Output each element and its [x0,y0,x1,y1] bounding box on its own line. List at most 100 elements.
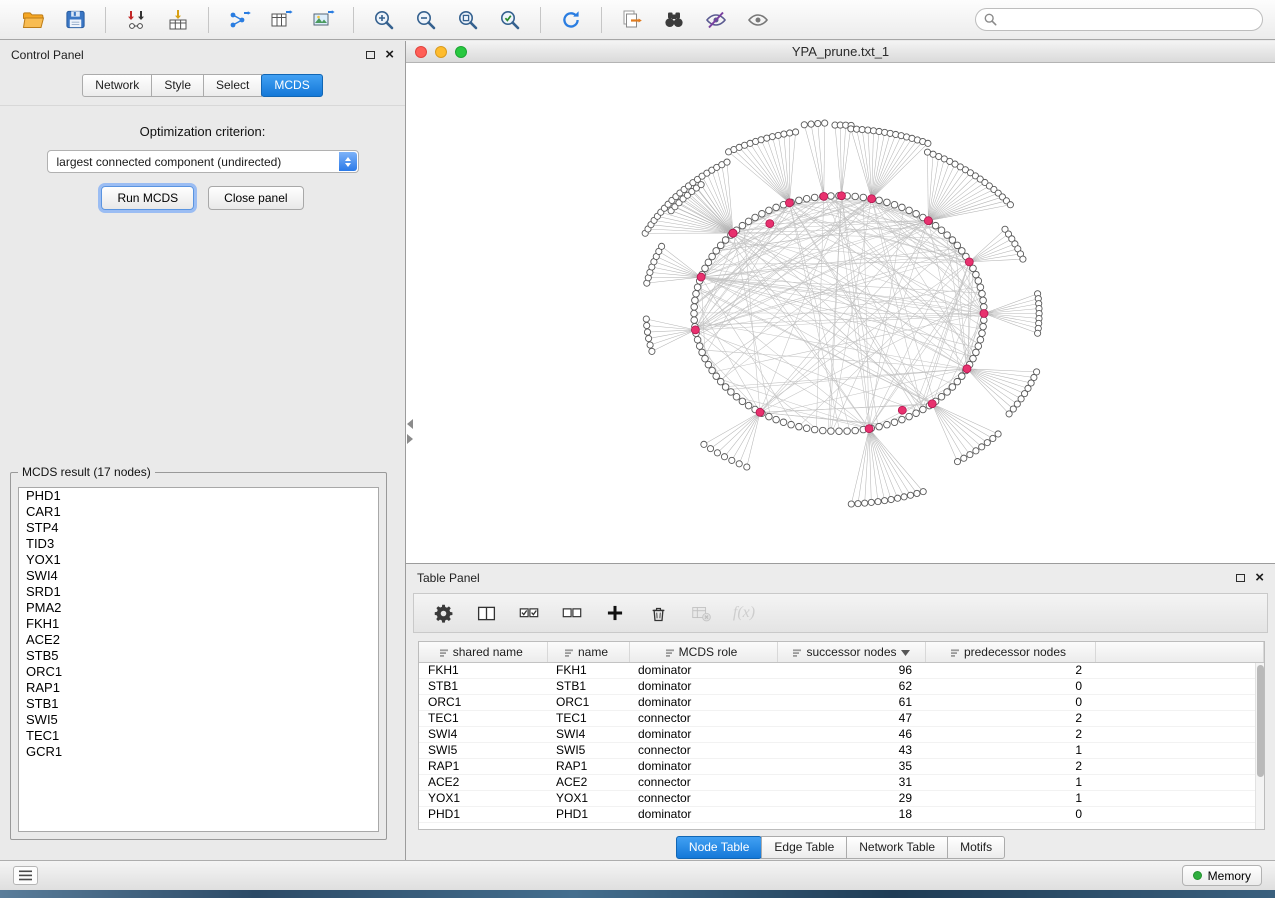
mcds-result-item[interactable]: PMA2 [19,600,378,616]
export-network-button[interactable] [221,4,257,36]
save-session-button[interactable] [57,4,93,36]
table-row[interactable]: ACE2ACE2connector311 [419,774,1264,790]
cytoscape-window: Control Panel × NetworkStyleSelectMCDS O… [0,0,1275,898]
memory-button[interactable]: Memory [1182,865,1262,886]
show-columns-button[interactable] [473,600,499,626]
optimization-criterion-select[interactable]: largest connected component (undirected) [47,150,359,173]
open-session-button[interactable] [15,4,51,36]
float-table-panel-button[interactable] [1236,574,1245,582]
table-row[interactable]: RAP1RAP1dominator352 [419,758,1264,774]
network-canvas[interactable] [406,64,1275,563]
tab-motifs[interactable]: Motifs [947,836,1005,859]
mcds-result-item[interactable]: RAP1 [19,680,378,696]
tab-mcds[interactable]: MCDS [261,74,322,97]
cell-predecessor-nodes: 0 [925,678,1095,694]
network-window-titlebar[interactable]: YPA_prune.txt_1 [406,41,1275,63]
close-table-panel-button[interactable]: × [1255,573,1264,583]
cell-filler [1095,678,1264,694]
table-row[interactable]: FKH1FKH1dominator962 [419,662,1264,678]
main-toolbar [0,0,1275,40]
panel-menu-button[interactable] [13,866,38,885]
zoom-out-button[interactable] [408,4,444,36]
minimize-window-icon[interactable] [435,46,447,58]
close-window-icon[interactable] [415,46,427,58]
mcds-result-item[interactable]: FKH1 [19,616,378,632]
zoom-selected-button[interactable] [492,4,528,36]
mcds-result-item[interactable]: SWI4 [19,568,378,584]
cell-filler [1095,726,1264,742]
select-stepper-icon [339,152,357,171]
table-row[interactable]: SWI4SWI4dominator462 [419,726,1264,742]
table-row[interactable]: ORC1ORC1dominator610 [419,694,1264,710]
mcds-result-item[interactable]: YOX1 [19,552,378,568]
scrollbar-thumb[interactable] [1257,665,1264,777]
show-all-button[interactable] [740,4,776,36]
tab-network[interactable]: Network [82,74,152,97]
column-header-predecessor-nodes[interactable]: predecessor nodes [925,642,1095,662]
mcds-result-item[interactable]: ORC1 [19,664,378,680]
column-header-shared-name[interactable]: shared name [419,642,547,662]
mcds-result-item[interactable]: PHD1 [19,488,378,504]
table-row[interactable]: STB1STB1dominator620 [419,678,1264,694]
float-control-panel-button[interactable] [366,51,375,59]
tab-select[interactable]: Select [203,74,262,97]
table-row[interactable]: YOX1YOX1connector291 [419,790,1264,806]
import-network-file-button[interactable] [118,4,154,36]
mcds-result-item[interactable]: ACE2 [19,632,378,648]
mcds-result-item[interactable]: TID3 [19,536,378,552]
node-table: shared namenameMCDS rolesuccessor nodesp… [418,641,1265,830]
table-scrollbar[interactable] [1255,663,1264,829]
add-column-button[interactable] [602,600,628,626]
copy-network-button[interactable] [614,4,650,36]
table-row[interactable]: PHD1PHD1dominator180 [419,806,1264,822]
import-table-icon [166,8,190,32]
column-header-name[interactable]: name [547,642,629,662]
export-table-button[interactable] [263,4,299,36]
hide-selected-button[interactable] [698,4,734,36]
delete-table-button [688,600,714,626]
tab-network-table[interactable]: Network Table [846,836,948,859]
column-header-successor-nodes[interactable]: successor nodes [777,642,925,662]
import-table-file-button[interactable] [160,4,196,36]
close-icon: × [1255,573,1264,583]
delete-column-button[interactable] [645,600,671,626]
mcds-result-item[interactable]: SRD1 [19,584,378,600]
column-header-mcds-role[interactable]: MCDS role [629,642,777,662]
mcds-result-item[interactable]: SWI5 [19,712,378,728]
search-input[interactable] [975,8,1263,31]
tab-edge-table[interactable]: Edge Table [761,836,847,859]
mcds-result-item[interactable]: STP4 [19,520,378,536]
deselect-all-button[interactable] [559,600,585,626]
cell-name: YOX1 [547,790,629,806]
find-button[interactable] [656,4,692,36]
mcds-result-item[interactable]: GCR1 [19,744,378,760]
tab-node-table[interactable]: Node Table [676,836,763,859]
table-settings-button[interactable] [430,600,456,626]
expand-right-icon[interactable] [407,434,413,444]
zoom-in-button[interactable] [366,4,402,36]
close-control-panel-button[interactable]: × [385,50,394,60]
export-image-button[interactable] [305,4,341,36]
tab-style[interactable]: Style [151,74,204,97]
apply-layout-button[interactable] [553,4,589,36]
cell-name: STB1 [547,678,629,694]
mcds-result-item[interactable]: CAR1 [19,504,378,520]
network-graph[interactable] [406,64,1275,563]
cell-mcds-role: connector [629,742,777,758]
table-row[interactable]: SWI5SWI5connector431 [419,742,1264,758]
mcds-result-item[interactable]: TEC1 [19,728,378,744]
mcds-result-list[interactable]: PHD1CAR1STP4TID3YOX1SWI4SRD1PMA2FKH1ACE2… [18,487,379,832]
close-panel-button[interactable]: Close panel [208,186,303,210]
select-all-button[interactable] [516,600,542,626]
cell-successor-nodes: 43 [777,742,925,758]
cell-shared-name: ACE2 [419,774,547,790]
sort-icon [439,648,449,658]
table-panel-titlebar: Table Panel × [406,564,1275,592]
mcds-result-item[interactable]: STB5 [19,648,378,664]
zoom-fit-button[interactable] [450,4,486,36]
table-row[interactable]: TEC1TEC1connector472 [419,710,1264,726]
collapse-left-icon[interactable] [407,419,413,429]
maximize-window-icon[interactable] [455,46,467,58]
run-mcds-button[interactable]: Run MCDS [101,186,194,210]
mcds-result-item[interactable]: STB1 [19,696,378,712]
